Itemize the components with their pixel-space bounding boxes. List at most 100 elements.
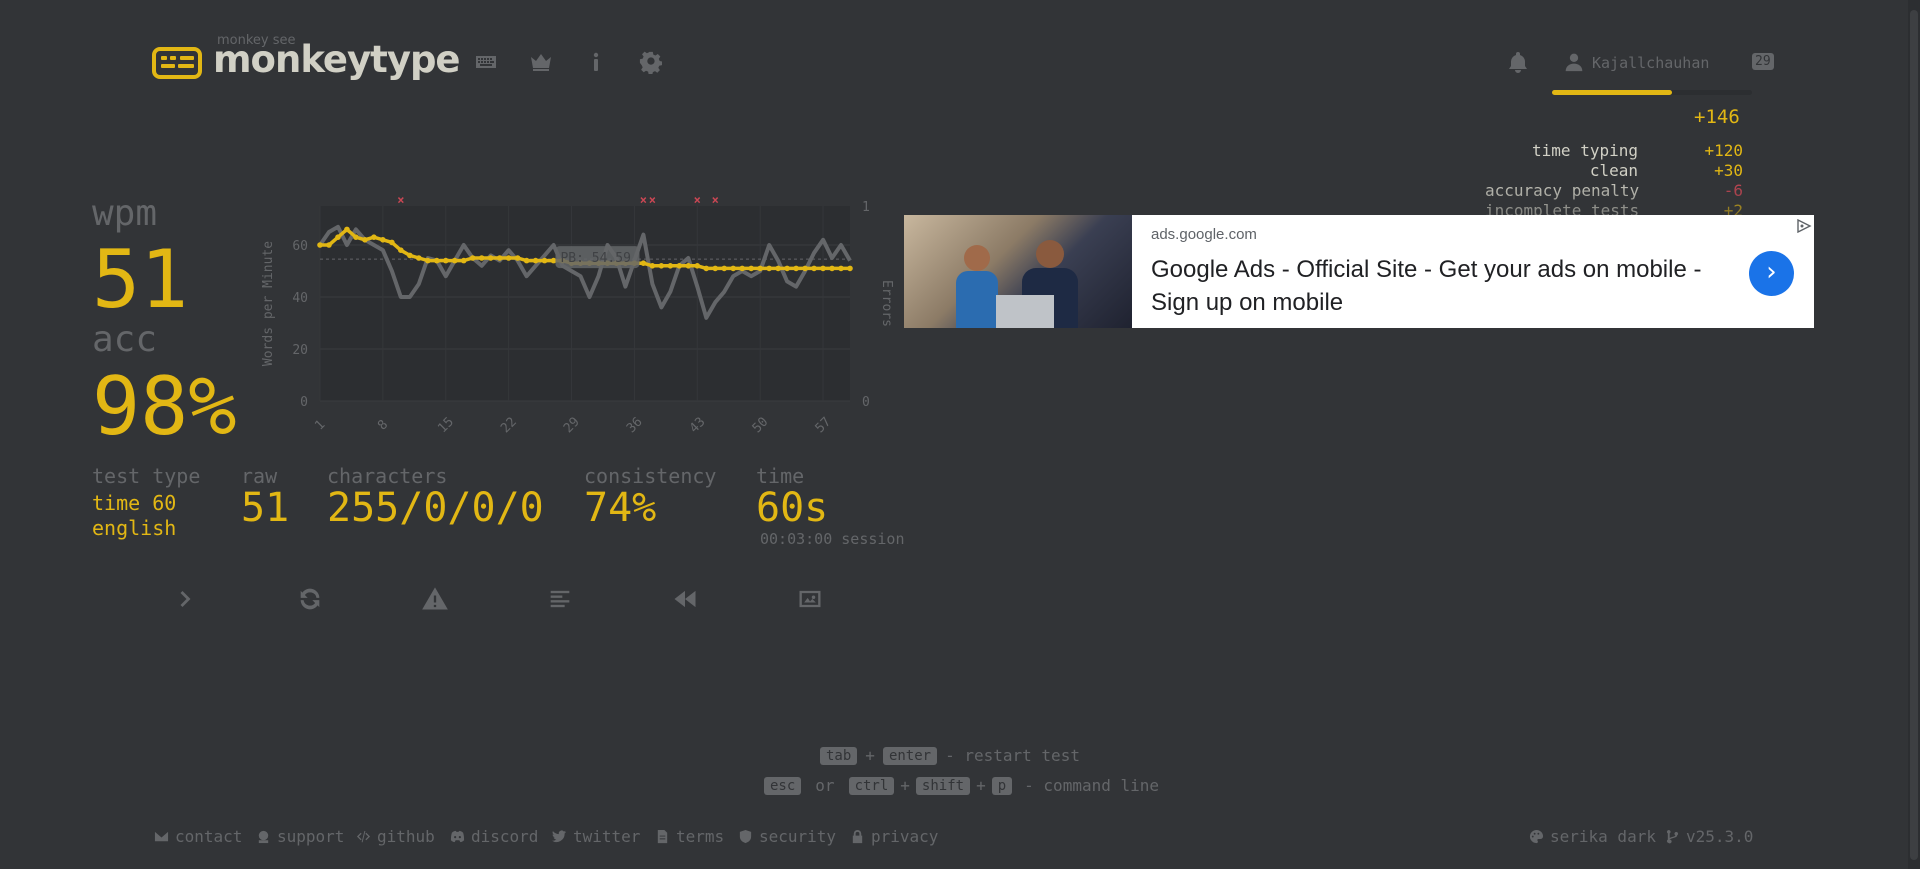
- warning-icon[interactable]: [421, 585, 449, 613]
- footer-security[interactable]: security: [738, 827, 836, 846]
- chart-point-wpm: [398, 247, 404, 253]
- restart-hint: tab + enter - restart test: [820, 746, 1080, 765]
- wpm-value: 51: [92, 233, 189, 326]
- chart-y2-axis-label: Errors: [879, 280, 894, 327]
- chart-point-wpm: [712, 265, 719, 272]
- chart-point-wpm: [326, 242, 332, 248]
- footer-github-label: github: [377, 827, 435, 846]
- replay-button[interactable]: [671, 585, 699, 613]
- raw-value: 51: [241, 485, 290, 531]
- test-type-label: test type: [92, 464, 201, 488]
- chart-y2-tick: 0: [862, 395, 870, 410]
- user-icon[interactable]: [1564, 52, 1584, 72]
- chart-point-wpm: [676, 263, 683, 269]
- result-chart: 0204060011 8 15 22 29 36 43 50 57Words per Minut…: [261, 196, 894, 437]
- esc-key: esc: [764, 776, 802, 795]
- test-type-mode: time 60: [92, 491, 177, 515]
- xp-row-value: -6: [1723, 181, 1743, 200]
- footer-support-label: support: [277, 827, 345, 846]
- chart-y-tick: 40: [292, 291, 308, 306]
- chart-point-wpm: [389, 239, 395, 246]
- chart-point-wpm: [362, 237, 368, 243]
- adchoices-icon[interactable]: [1796, 218, 1812, 234]
- ad-title[interactable]: Google Ads - Official Site - Get your ad…: [1151, 253, 1731, 319]
- chart-point-wpm: [649, 263, 656, 269]
- chart-y-tick: 20: [292, 343, 308, 358]
- chart-point-wpm: [460, 257, 467, 264]
- chart-x-tick: 43: [687, 415, 709, 437]
- session-time: 00:03:00 session: [760, 530, 905, 548]
- footer-contact-label: contact: [175, 827, 243, 846]
- acc-value: 98%: [92, 360, 237, 453]
- chart-error-marker: ×: [712, 196, 719, 207]
- chart-point-wpm: [658, 263, 665, 269]
- footer-discord[interactable]: discord: [450, 827, 538, 846]
- scrollbar-thumb[interactable]: [1910, 10, 1918, 860]
- chart-error-marker: ×: [397, 196, 404, 207]
- keyboard-icon[interactable]: [474, 50, 498, 74]
- chart-point-wpm: [487, 255, 494, 261]
- chart-point-wpm: [640, 260, 647, 266]
- file-icon: [657, 829, 668, 844]
- footer-twitter[interactable]: twitter: [552, 827, 640, 846]
- words-history-button[interactable]: [546, 585, 574, 613]
- chart-point-wpm: [838, 265, 844, 272]
- time-value: 60s: [756, 485, 829, 531]
- screenshot-button[interactable]: [796, 585, 824, 613]
- restart-test-button[interactable]: [296, 585, 324, 613]
- chart-point-wpm: [478, 255, 485, 261]
- shield-icon: [739, 829, 752, 844]
- chart-pb-label: PB: 54.59: [560, 251, 630, 266]
- chart-y2-tick: 1: [862, 200, 870, 215]
- chart-x-tick: 8: [375, 417, 391, 433]
- chart-point-wpm: [703, 265, 710, 272]
- logo-icon[interactable]: [152, 47, 202, 79]
- chart-error-marker: ×: [649, 196, 656, 207]
- footer-support[interactable]: support: [256, 827, 344, 846]
- footer-contact[interactable]: contact: [154, 827, 242, 846]
- chart-error-marker: ×: [640, 196, 647, 207]
- characters-value: 255/0/0/0: [327, 485, 544, 531]
- chart-point-wpm: [721, 265, 728, 272]
- acc-label: acc: [92, 319, 158, 360]
- footer-privacy[interactable]: privacy: [850, 827, 938, 846]
- crown-icon[interactable]: [529, 50, 553, 74]
- footer-terms[interactable]: terms: [655, 827, 724, 846]
- footer-theme[interactable]: serika dark: [1529, 827, 1656, 846]
- chart-point-wpm: [667, 263, 674, 269]
- ad-image[interactable]: [904, 215, 1132, 328]
- bell-icon[interactable]: [1506, 50, 1530, 74]
- user-level-badge: 29: [1752, 53, 1774, 70]
- ad-arrow-button[interactable]: ›: [1749, 251, 1794, 296]
- twitter-icon: [552, 830, 567, 842]
- chart-point-wpm: [847, 265, 853, 272]
- chart-point-wpm: [730, 265, 737, 272]
- next-test-button[interactable]: [171, 585, 199, 613]
- chart-point-wpm: [514, 255, 521, 261]
- info-icon[interactable]: [584, 50, 608, 74]
- scrollbar[interactable]: [1908, 0, 1920, 869]
- gear-icon[interactable]: [639, 50, 663, 75]
- chart-point-wpm: [811, 265, 817, 272]
- chart-point-wpm: [496, 255, 503, 261]
- code-branch-icon: [1666, 829, 1679, 844]
- footer-privacy-label: privacy: [871, 827, 939, 846]
- command-line-hint-text: - command line: [1024, 776, 1160, 795]
- chart-x-tick: 57: [813, 415, 835, 437]
- lock-icon: [852, 829, 863, 844]
- chart-point-wpm: [380, 237, 386, 243]
- xp-row-label: clean: [1589, 161, 1638, 180]
- footer-github[interactable]: github: [356, 827, 435, 846]
- logo-text[interactable]: monkeytype: [213, 38, 461, 81]
- xp-row-value: +30: [1714, 161, 1743, 180]
- chart-point-wpm: [424, 257, 431, 264]
- user-name[interactable]: Kajallchauhan: [1592, 54, 1709, 72]
- footer-theme-label: serika dark: [1550, 827, 1656, 846]
- chart-point-wpm: [532, 257, 539, 264]
- chart-y-tick: 0: [300, 395, 308, 410]
- ad-domain[interactable]: ads.google.com: [1151, 226, 1257, 243]
- footer-terms-label: terms: [676, 827, 725, 846]
- test-type-language: english: [92, 516, 177, 540]
- footer-version[interactable]: v25.3.0: [1665, 827, 1753, 846]
- plus-text: +: [900, 776, 910, 795]
